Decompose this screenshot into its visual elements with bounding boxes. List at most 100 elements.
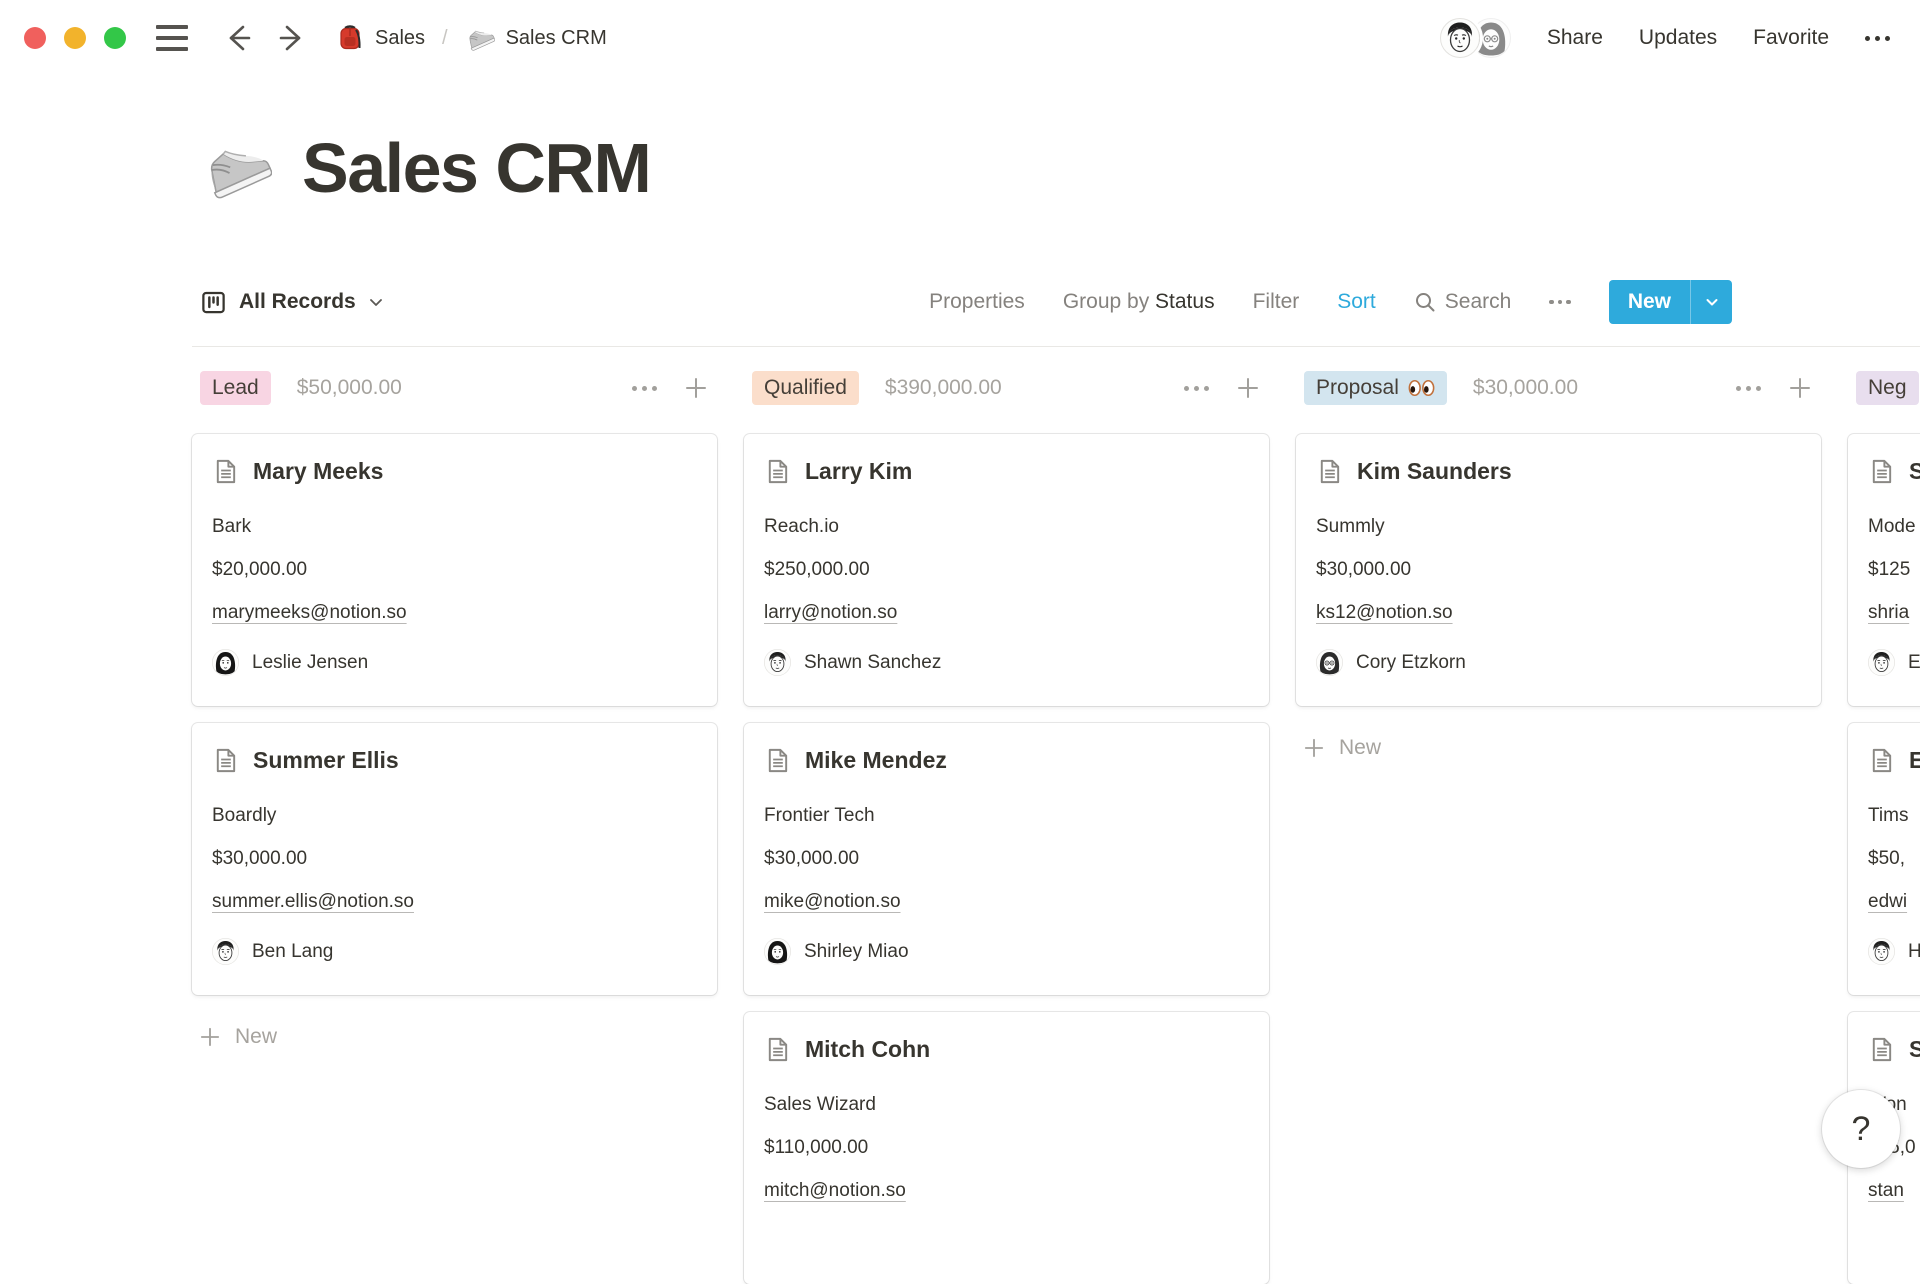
add-card-button[interactable]: New	[1296, 736, 1821, 760]
card-company: Bark	[212, 515, 697, 539]
person-name: Ben Lang	[252, 941, 333, 963]
breadcrumb-item-sales[interactable]: Sales	[336, 24, 425, 52]
email-link[interactable]: mitch@notion.so	[764, 1180, 906, 1202]
page-icon	[1316, 458, 1343, 485]
record-card[interactable]: Mike Mendez Frontier Tech $30,000.00 mik…	[744, 723, 1269, 995]
sales-crm-board-page: { "topbar": { "breadcrumb": [ { "label":…	[0, 0, 1920, 1200]
status-badge[interactable]: Proposal	[1304, 371, 1447, 405]
card-name: E	[1909, 747, 1920, 774]
person-name: Shirley Miao	[804, 941, 909, 963]
window-top-bar: Sales / Sales CRM Share Updates Favorite	[0, 0, 1920, 76]
minimize-window-button[interactable]	[64, 27, 86, 49]
share-button[interactable]: Share	[1547, 26, 1603, 50]
page-icon	[764, 458, 791, 485]
card-email: shria	[1868, 601, 1920, 625]
card-email: mike@notion.so	[764, 890, 1249, 914]
sort-button[interactable]: Sort	[1337, 290, 1376, 314]
column-options-icon[interactable]	[1736, 386, 1761, 391]
search-button[interactable]: Search	[1414, 290, 1512, 314]
view-switcher-label: All Records	[239, 290, 356, 314]
status-badge[interactable]: Qualified	[752, 371, 859, 405]
filter-button[interactable]: Filter	[1253, 290, 1300, 314]
page-title[interactable]: Sales CRM	[302, 128, 650, 208]
email-link[interactable]: mike@notion.so	[764, 891, 901, 913]
favorite-button[interactable]: Favorite	[1753, 26, 1829, 50]
card-amount: $50,	[1868, 847, 1920, 871]
new-record-dropdown[interactable]	[1690, 280, 1732, 324]
card-amount: $20,000.00	[212, 558, 697, 582]
card-email: edwi	[1868, 890, 1920, 914]
card-name: Kim Saunders	[1357, 458, 1512, 485]
record-card[interactable]: Summer Ellis Boardly $30,000.00 summer.e…	[192, 723, 717, 995]
record-card[interactable]: Kim Saunders Summly $30,000.00 ks12@noti…	[1296, 434, 1821, 706]
help-button[interactable]: ?	[1822, 1090, 1900, 1168]
more-options-icon[interactable]	[1865, 36, 1890, 41]
column-header: Qualified $390,000.00	[744, 360, 1269, 416]
column-options-icon[interactable]	[632, 386, 657, 391]
forward-arrow-icon[interactable]	[276, 22, 308, 54]
card-company: Boardly	[212, 804, 697, 828]
add-card-icon[interactable]	[1789, 377, 1811, 399]
card-company: Summly	[1316, 515, 1801, 539]
page-icon	[1868, 1036, 1895, 1063]
card-amount: $30,000.00	[764, 847, 1249, 871]
sidebar-menu-icon[interactable]	[156, 25, 188, 51]
properties-button[interactable]: Properties	[929, 290, 1025, 314]
card-email: stan	[1868, 1179, 1920, 1203]
add-card-button[interactable]: New	[192, 1025, 717, 1049]
status-badge[interactable]: Lead	[200, 371, 271, 405]
person-name: Shawn Sanchez	[804, 652, 941, 674]
view-options-icon[interactable]	[1549, 300, 1571, 305]
card-name: S	[1909, 458, 1920, 485]
email-link[interactable]: edwi	[1868, 891, 1907, 913]
email-link[interactable]: ks12@notion.so	[1316, 602, 1453, 624]
record-card[interactable]: Larry Kim Reach.io $250,000.00 larry@not…	[744, 434, 1269, 706]
card-amount: $125	[1868, 558, 1920, 582]
email-link[interactable]: summer.ellis@notion.so	[212, 891, 414, 913]
email-link[interactable]: larry@notion.so	[764, 602, 897, 624]
toolbar-divider	[192, 346, 1920, 347]
page-header: Sales CRM	[200, 128, 650, 208]
back-arrow-icon[interactable]	[222, 22, 254, 54]
record-card[interactable]: E Tims $50, edwi H	[1848, 723, 1920, 995]
add-card-icon[interactable]	[1237, 377, 1259, 399]
breadcrumb-item-sales-crm[interactable]: Sales CRM	[465, 23, 607, 53]
email-link[interactable]: stan	[1868, 1180, 1904, 1202]
view-toolbar: All Records Properties Group by Status F…	[200, 272, 1732, 332]
column-header: Proposal $30,000.00	[1296, 360, 1821, 416]
card-amount: $30,000.00	[212, 847, 697, 871]
column-sum: $50,000.00	[297, 376, 402, 400]
card-company: Mode	[1868, 515, 1920, 539]
record-card[interactable]: Mary Meeks Bark $20,000.00 marymeeks@not…	[192, 434, 717, 706]
sneaker-icon[interactable]	[200, 132, 272, 204]
column-header: Lead $50,000.00	[192, 360, 717, 416]
card-name: S	[1909, 1036, 1920, 1063]
person-avatar	[764, 649, 791, 676]
status-badge[interactable]: Neg	[1856, 371, 1919, 405]
breadcrumb: Sales / Sales CRM	[336, 23, 607, 53]
card-email: larry@notion.so	[764, 601, 1249, 625]
card-amount: $110,000.00	[764, 1136, 1249, 1160]
view-switcher[interactable]: All Records	[200, 289, 384, 316]
new-record-button[interactable]: New	[1609, 280, 1690, 324]
collaborator-avatar[interactable]	[1440, 18, 1480, 58]
breadcrumb-label: Sales CRM	[506, 27, 607, 50]
zoom-window-button[interactable]	[104, 27, 126, 49]
updates-button[interactable]: Updates	[1639, 26, 1717, 50]
email-link[interactable]: shria	[1868, 602, 1909, 624]
card-name: Summer Ellis	[253, 747, 399, 774]
group-by-button[interactable]: Group by Status	[1063, 290, 1215, 314]
record-card[interactable]: Mitch Cohn Sales Wizard $110,000.00 mitc…	[744, 1012, 1269, 1284]
column-options-icon[interactable]	[1184, 386, 1209, 391]
window-controls	[24, 27, 126, 49]
card-email: mitch@notion.so	[764, 1179, 1249, 1203]
add-card-icon[interactable]	[685, 377, 707, 399]
email-link[interactable]: marymeeks@notion.so	[212, 602, 407, 624]
card-company: Frontier Tech	[764, 804, 1249, 828]
record-card[interactable]: S Mode $125 shria E	[1848, 434, 1920, 706]
collaborator-avatars	[1440, 18, 1511, 58]
close-window-button[interactable]	[24, 27, 46, 49]
person-name: E	[1908, 652, 1920, 674]
add-card-label: New	[235, 1025, 277, 1049]
board-column-proposal: Proposal $30,000.00 Kim Saunders Summly …	[1296, 360, 1821, 1284]
